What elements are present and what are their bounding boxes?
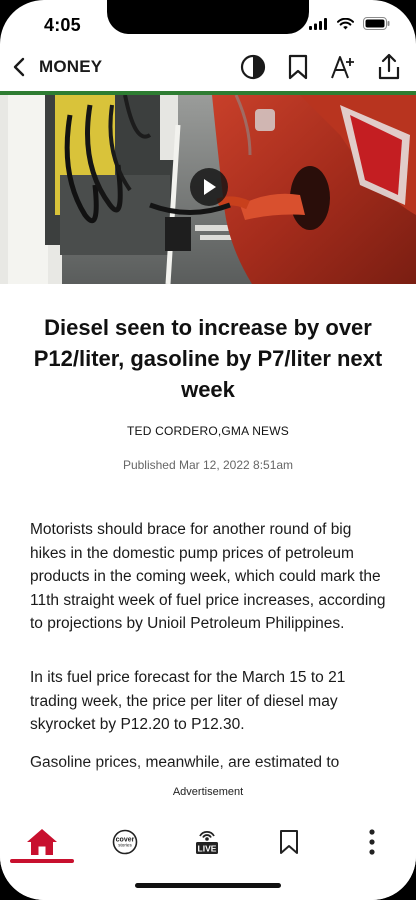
more-icon (369, 829, 375, 855)
cover-stories-icon: cover stories (112, 829, 138, 855)
section-title[interactable]: MONEY (39, 57, 102, 77)
article-published-date: Published Mar 12, 2022 8:51am (122, 458, 294, 472)
bookmark-button[interactable] (284, 53, 312, 81)
back-chevron-icon (13, 57, 25, 77)
status-time: 4:05 (44, 15, 81, 35)
nav-more[interactable] (348, 822, 396, 862)
wifi-icon (337, 17, 354, 29)
text-size-button[interactable] (329, 53, 357, 81)
phone-screen: 4:05 MONEY Diesel seen to increase by ov… (0, 0, 416, 900)
share-icon (378, 53, 400, 80)
content-fade (0, 764, 416, 784)
nav-bookmarks[interactable] (265, 822, 313, 862)
nav-active-indicator (10, 859, 74, 863)
signal-icon (309, 17, 327, 30)
nav-cover-stories[interactable]: cover stories (101, 822, 149, 862)
play-video-button[interactable] (190, 168, 228, 206)
article-header: MONEY (0, 44, 416, 90)
text-size-icon (331, 56, 354, 79)
status-icons (309, 17, 390, 30)
nav-home[interactable] (18, 822, 66, 862)
contrast-icon (240, 54, 266, 80)
advertisement-label: Advertisement (172, 786, 244, 798)
contrast-button[interactable] (239, 53, 267, 81)
bookmark-icon (288, 54, 308, 80)
article-byline[interactable]: TED CORDERO,GMA NEWS (0, 424, 416, 438)
status-bar: 4:05 (0, 0, 416, 50)
notch (107, 0, 309, 34)
share-button[interactable] (375, 53, 403, 81)
battery-icon (363, 17, 390, 30)
stories-label: stories (118, 843, 132, 848)
article-title: Diesel seen to increase by over P12/lite… (33, 315, 383, 402)
article-paragraph: In its fuel price forecast for the March… (30, 669, 346, 733)
nav-live[interactable]: LIVE (183, 822, 231, 862)
article-paragraph: Motorists should brace for another round… (30, 521, 386, 632)
back-button[interactable] (12, 54, 32, 80)
live-icon: LIVE (196, 830, 218, 854)
home-icon (27, 829, 57, 855)
live-label: LIVE (198, 844, 217, 854)
home-indicator[interactable] (135, 883, 281, 888)
bookmark-icon (280, 830, 298, 854)
play-icon (204, 179, 216, 195)
